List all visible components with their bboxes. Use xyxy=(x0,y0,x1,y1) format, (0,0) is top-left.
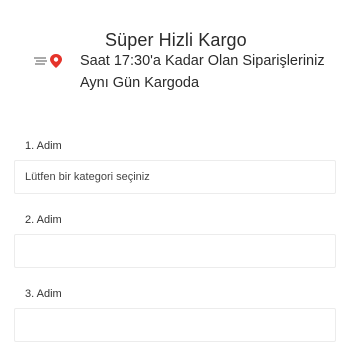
fast-shipping-banner: Süper Hizli Kargo Saat 17:30'a Kadar Ola… xyxy=(0,0,350,110)
product-selection-page: Süper Hizli Kargo Saat 17:30'a Kadar Ola… xyxy=(0,0,350,350)
step-2-select[interactable] xyxy=(14,234,336,268)
step-3-select[interactable] xyxy=(14,308,336,342)
step-1-placeholder: Lütfen bir kategori seçiniz xyxy=(25,171,150,183)
step-2-label: 2. Adim xyxy=(25,214,62,226)
step-1-label: 1. Adim xyxy=(25,140,62,152)
promo-cutoff-text: Saat 17:30'a Kadar Olan Siparişleriniz xyxy=(80,53,325,69)
promo-title: Süper Hizli Kargo xyxy=(105,30,247,50)
delivery-pin-icon xyxy=(32,53,64,69)
step-3-label: 3. Adim xyxy=(25,288,62,300)
promo-same-day-text: Aynı Gün Kargoda xyxy=(80,75,200,91)
step-1-category-select[interactable]: Lütfen bir kategori seçiniz xyxy=(14,160,336,194)
